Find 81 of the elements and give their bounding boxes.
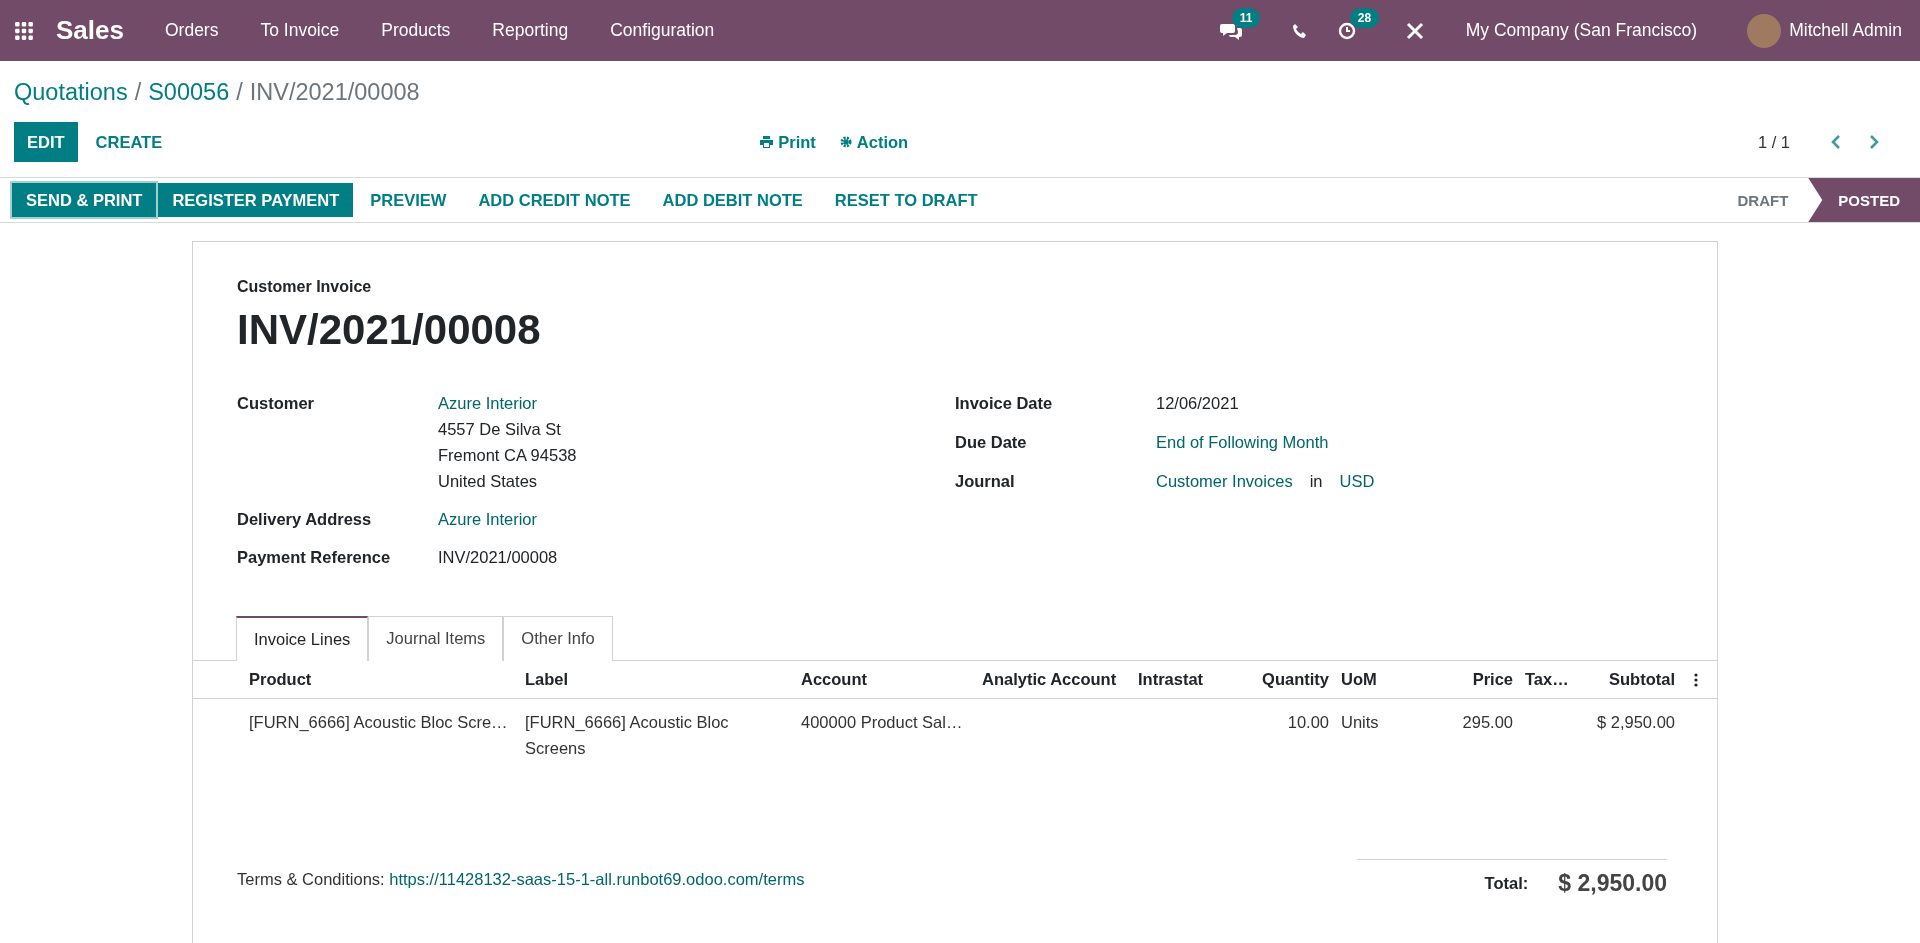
field-label: Invoice Date [955, 393, 1054, 414]
field-label: Due Date [955, 432, 1028, 453]
field-label: Customer [237, 393, 315, 414]
table-cell: 295.00 [1462, 713, 1513, 731]
field-value: 12/06/2021 [1156, 393, 1239, 414]
register-payment-button[interactable]: REGISTER PAYMENT [158, 183, 354, 217]
menu-item[interactable]: Configuration [610, 20, 715, 41]
total-label: Total: [1484, 874, 1529, 893]
avatar-circle [1747, 13, 1782, 48]
breadcrumb-item: INV/2021/00008 [249, 78, 420, 106]
user-menu[interactable]: Mitchell Admin [1789, 20, 1902, 41]
field-label: Delivery Address [237, 509, 373, 530]
table-cell: [FURN_6666] Acoustic Bloc Screens [525, 713, 729, 757]
table-cell: 10.00 [1287, 713, 1329, 731]
terms-text: Terms & Conditions: https://11428132-saas-15-1-all.runbot69.odoo.com/terms [237, 870, 805, 889]
column-options-icon[interactable] [1694, 673, 1698, 687]
column-header[interactable]: Intrastat [1132, 670, 1212, 689]
document-type: Customer Invoice [237, 278, 373, 296]
activity-count-badge: 28 [1349, 7, 1380, 28]
chat-icon[interactable] [1219, 21, 1242, 40]
breadcrumb-separator: / [236, 78, 243, 106]
field-link[interactable]: End of Following Month [1156, 429, 1329, 455]
breadcrumb-item[interactable]: Quotations [14, 78, 128, 106]
app-name[interactable]: Sales [56, 15, 124, 46]
clock-icon[interactable] [1337, 21, 1356, 40]
create-button[interactable]: CREATE [77, 132, 181, 152]
message-count-badge: 11 [1231, 7, 1261, 28]
menu-item[interactable]: Orders [164, 20, 219, 41]
phone-icon[interactable] [1291, 22, 1308, 39]
notebook-tab[interactable]: Other Info [503, 616, 613, 661]
table-cell: Units [1341, 713, 1379, 731]
company-switcher[interactable]: My Company (San Francisco) [1465, 20, 1698, 41]
field-value: in [1309, 471, 1323, 492]
field-value: Fremont CA 94538 [438, 445, 577, 466]
apps-menu-icon[interactable] [14, 20, 34, 41]
edit-button[interactable]: EDIT [14, 122, 78, 162]
next-icon[interactable] [1868, 134, 1880, 150]
table-cell: [FURN_6666] Acoustic Bloc Scre… [249, 713, 508, 731]
column-header[interactable]: Price [1445, 670, 1519, 689]
pager-value: 1 / 1 [1757, 132, 1790, 152]
column-header[interactable]: Analytic Account [976, 670, 1132, 689]
table-cell: $ 2,950.00 [1597, 713, 1675, 731]
printer-icon [760, 136, 774, 148]
field-value: INV/2021/00008 [438, 547, 558, 568]
field-link[interactable]: USD [1339, 468, 1375, 494]
send-print-button[interactable]: SEND & PRINT [12, 183, 157, 217]
action-button[interactable]: ADD CREDIT NOTE [463, 183, 646, 217]
column-header[interactable]: Label [519, 670, 795, 689]
menu-item[interactable]: Products [381, 20, 451, 41]
field-value: 4557 De Silva St [438, 419, 562, 440]
action-dropdown[interactable]: Action [839, 132, 909, 152]
status-stage[interactable]: POSTED [1808, 178, 1920, 222]
column-header[interactable]: Tax… [1519, 670, 1575, 689]
action-button[interactable]: RESET TO DRAFT [819, 183, 993, 217]
action-button[interactable]: PREVIEW [355, 183, 462, 217]
field-value: United States [438, 471, 539, 492]
menu-item[interactable]: To Invoice [260, 20, 340, 41]
breadcrumb-item[interactable]: S00056 [148, 78, 230, 106]
column-header[interactable]: Subtotal [1575, 670, 1681, 689]
previous-icon[interactable] [1830, 134, 1842, 150]
menu-item[interactable]: Reporting [492, 20, 569, 41]
notebook-tab[interactable]: Invoice Lines [236, 616, 369, 661]
invoice-number: INV/2021/00008 [237, 306, 542, 354]
field-label: Journal [955, 471, 1016, 492]
column-header[interactable]: Product [243, 670, 519, 689]
action-button[interactable]: ADD DEBIT NOTE [647, 183, 818, 217]
column-header[interactable]: Account [795, 670, 976, 689]
print-dropdown[interactable]: Print [760, 132, 816, 152]
breadcrumb-separator: / [134, 78, 142, 106]
terms-link[interactable]: https://11428132-saas-15-1-all.runbot69.odoo.com/terms [389, 870, 805, 888]
notebook-tab[interactable]: Journal Items [368, 616, 504, 661]
field-link[interactable]: Azure Interior [438, 390, 577, 416]
column-header[interactable]: UoM [1335, 670, 1445, 689]
total-amount: $ 2,950.00 [1558, 870, 1667, 897]
table-cell: 400000 Product Sal… [801, 713, 963, 731]
gear-icon [839, 136, 852, 148]
column-header[interactable]: Quantity [1212, 670, 1335, 689]
field-label: Payment Reference [237, 547, 392, 568]
status-stage[interactable]: DRAFT [1707, 178, 1809, 222]
field-link[interactable]: Customer Invoices [1156, 468, 1293, 494]
field-link[interactable]: Azure Interior [438, 506, 538, 532]
